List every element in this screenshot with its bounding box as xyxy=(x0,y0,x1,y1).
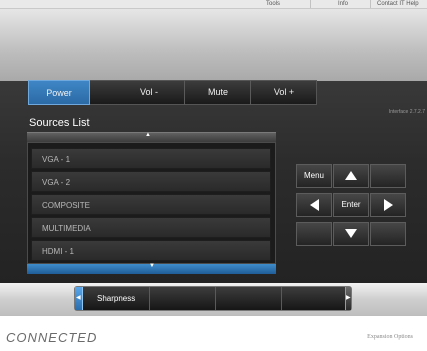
up-arrow-button[interactable] xyxy=(333,164,369,188)
expansion-options-link[interactable]: Expansion Options xyxy=(367,334,413,340)
slider-right-button[interactable]: ▶ xyxy=(345,287,351,310)
header-band xyxy=(0,9,427,81)
list-item[interactable]: VGA - 1 xyxy=(31,148,271,169)
connected-logo: CONNECTED xyxy=(6,330,98,345)
slider-segment xyxy=(149,287,150,310)
enter-button[interactable]: Enter xyxy=(333,193,369,217)
nav-divider xyxy=(370,0,371,8)
list-item[interactable]: HDMI - 1 xyxy=(31,240,271,261)
sources-list: VGA - 1 VGA - 2 COMPOSITE MULTIMEDIA HDM… xyxy=(27,142,276,264)
slider-segment xyxy=(281,287,282,310)
sharpness-label: Sharpness xyxy=(97,294,136,303)
scroll-up-icon: ▲ xyxy=(145,132,151,138)
left-arrow-button[interactable] xyxy=(296,193,332,217)
arrow-left-icon xyxy=(309,198,319,211)
chevron-left-icon: ◀ xyxy=(76,295,81,301)
sources-list-title: Sources List xyxy=(29,117,90,129)
list-item[interactable]: COMPOSITE xyxy=(31,194,271,215)
arrow-right-icon xyxy=(383,198,393,211)
blank-pad-button xyxy=(296,222,332,246)
scroll-up-button[interactable]: ▲ xyxy=(27,132,276,142)
volume-down-button[interactable]: Vol - xyxy=(114,80,184,105)
info-link[interactable]: Info xyxy=(338,0,348,8)
top-nav-bar: Tools Info Contact IT Help xyxy=(0,0,427,9)
blank-pad-button xyxy=(370,222,406,246)
nav-divider xyxy=(310,0,311,8)
arrow-up-icon xyxy=(345,171,357,181)
right-arrow-button[interactable] xyxy=(370,193,406,217)
slider-segment xyxy=(215,287,216,310)
scroll-down-icon: ▼ xyxy=(149,263,155,269)
blank-pad-button xyxy=(370,164,406,188)
down-arrow-button[interactable] xyxy=(333,222,369,246)
list-item[interactable]: VGA - 2 xyxy=(31,171,271,192)
chevron-right-icon: ▶ xyxy=(346,295,351,301)
menu-button[interactable]: Menu xyxy=(296,164,332,188)
tools-link[interactable]: Tools xyxy=(266,0,280,8)
list-item[interactable]: MULTIMEDIA xyxy=(31,217,271,238)
scroll-down-button[interactable]: ▼ xyxy=(27,263,276,274)
sharpness-slider[interactable]: ◀ Sharpness ▶ xyxy=(74,286,352,311)
slider-left-button[interactable]: ◀ xyxy=(75,287,83,310)
power-button[interactable]: Power xyxy=(28,80,90,105)
mute-button[interactable]: Mute xyxy=(184,80,251,105)
arrow-down-icon xyxy=(345,229,357,239)
volume-up-button[interactable]: Vol + xyxy=(250,80,317,105)
interface-version: Interface 2.7.2.7 xyxy=(388,109,425,115)
contact-it-help-link[interactable]: Contact IT Help xyxy=(377,0,419,8)
